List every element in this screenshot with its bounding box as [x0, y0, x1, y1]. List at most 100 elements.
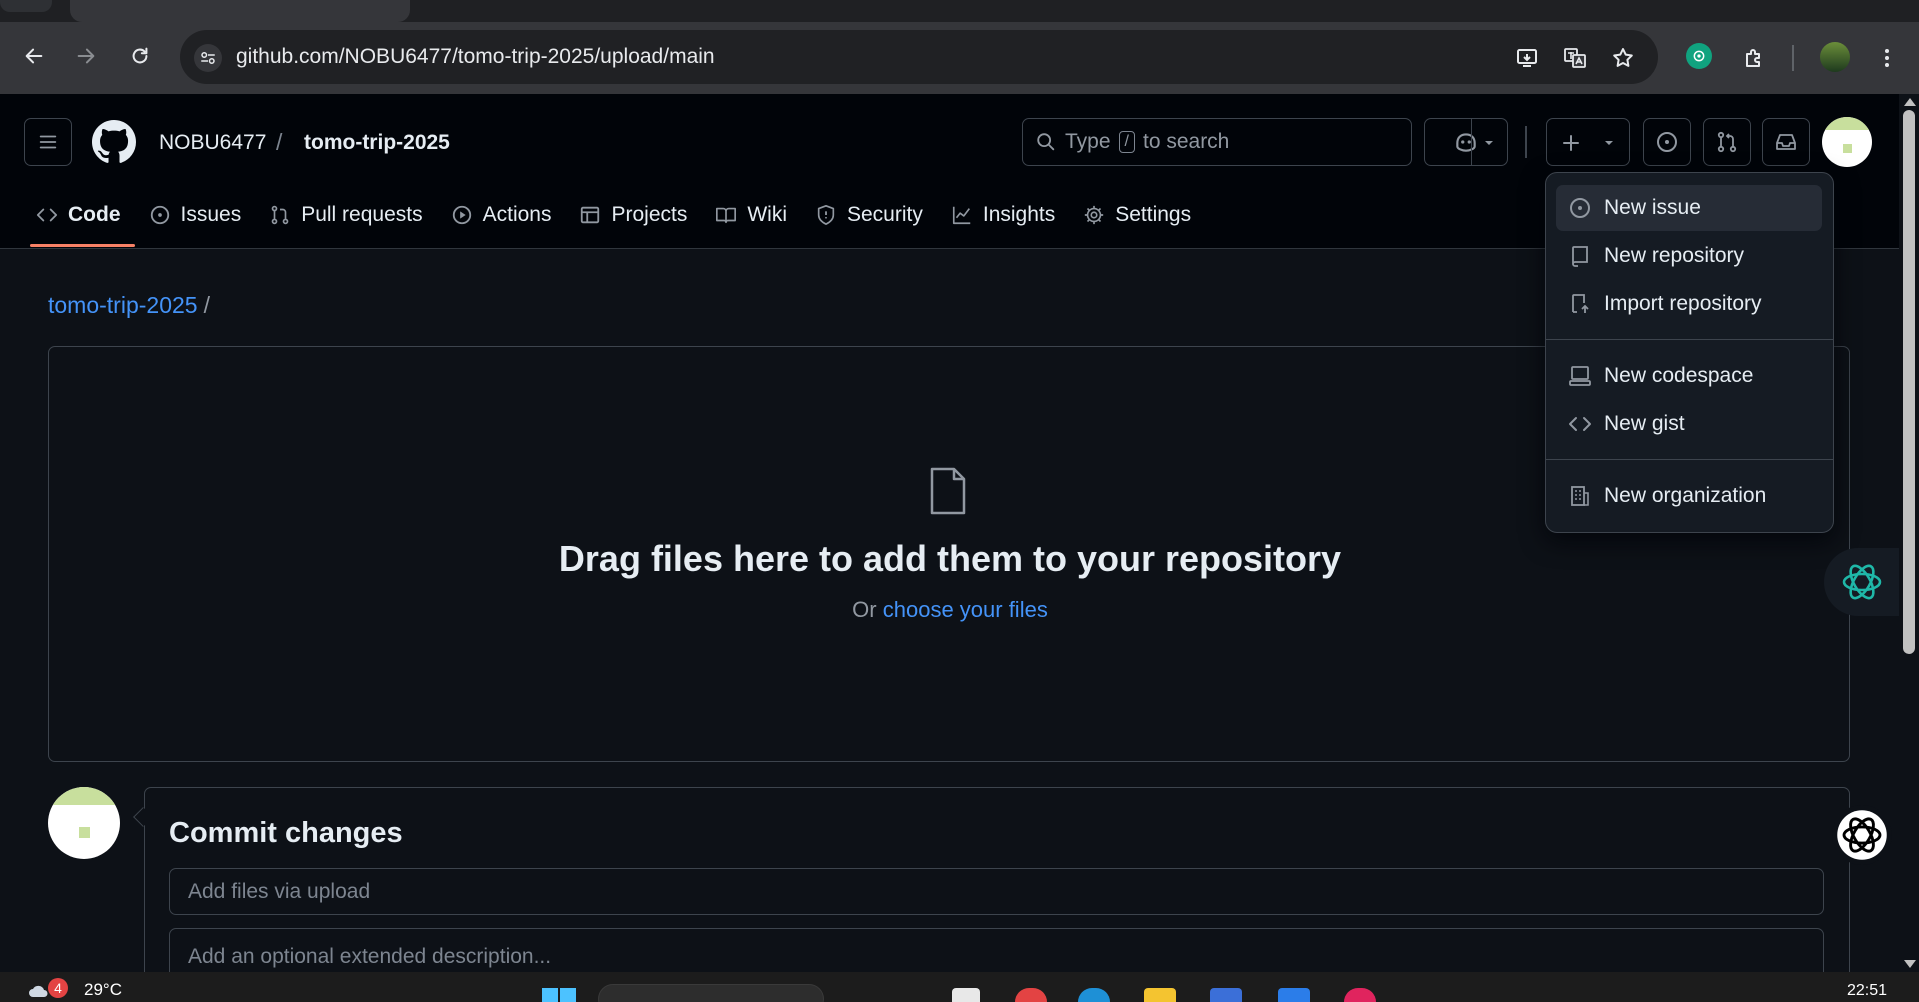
breadcrumb-repo-link[interactable]: tomo-trip-2025 — [48, 292, 198, 318]
tab-label: Projects — [611, 203, 688, 226]
issues-button[interactable] — [1643, 118, 1691, 166]
openai-logo-icon — [1837, 810, 1887, 860]
chevron-down-icon — [1605, 141, 1613, 145]
menu-divider — [1546, 339, 1833, 340]
shield-icon — [817, 205, 835, 225]
codespaces-icon — [1569, 366, 1591, 386]
menu-item-new-issue[interactable]: New issue — [1556, 185, 1822, 231]
menu-item-new-codespace[interactable]: New codespace — [1556, 353, 1822, 399]
code-icon — [36, 208, 58, 222]
reload-icon[interactable] — [126, 42, 154, 70]
taskbar-search[interactable] — [598, 984, 824, 1002]
notepad-taskbar-icon[interactable] — [952, 988, 980, 1002]
menu-kebab-icon[interactable] — [1873, 44, 1901, 72]
scroll-down-arrow[interactable] — [1904, 960, 1916, 968]
search-icon — [1037, 133, 1055, 151]
repo-push-icon — [1572, 294, 1589, 313]
address-url[interactable]: github.com/NOBU6477/tomo-trip-2025/uploa… — [236, 45, 715, 69]
menu-item-label: New organization — [1604, 484, 1767, 507]
search-input[interactable]: Type / to search — [1022, 118, 1412, 166]
tab-pull-requests[interactable]: Pull requests — [255, 196, 436, 234]
vscode-taskbar-icon[interactable] — [1278, 988, 1310, 1002]
chatgpt-float-button[interactable] — [1832, 805, 1892, 865]
menu-divider — [1546, 459, 1833, 460]
play-icon — [452, 205, 471, 225]
repo-icon — [1572, 246, 1588, 267]
tab-label: Issues — [180, 203, 242, 226]
drop-zone-title: Drag files here to add them to your repo… — [558, 538, 1342, 579]
commit-summary-input[interactable]: Add files via upload — [169, 868, 1824, 915]
file-explorer-taskbar-icon[interactable] — [1144, 988, 1176, 1002]
menu-item-new-organization[interactable]: New organization — [1556, 473, 1822, 519]
pull-requests-button[interactable] — [1703, 118, 1751, 166]
tab-label: Actions — [482, 203, 552, 226]
hamburger-icon — [39, 135, 57, 149]
commit-title: Commit changes — [169, 817, 403, 849]
site-settings-icon[interactable] — [194, 44, 222, 72]
tab-security[interactable]: Security — [801, 196, 937, 234]
back-icon[interactable] — [20, 42, 48, 70]
drop-zone-subtitle: Or choose your files — [0, 597, 1900, 623]
file-icon — [928, 467, 968, 515]
create-new-button[interactable] — [1546, 118, 1630, 166]
tab-actions[interactable]: Actions — [437, 196, 566, 234]
owner-link[interactable]: NOBU6477 — [159, 131, 266, 155]
menu-item-new-repository[interactable]: New repository — [1556, 233, 1822, 279]
pull-request-icon — [1717, 131, 1737, 153]
browser-tab-previous[interactable] — [0, 0, 52, 12]
gear-icon — [1085, 205, 1104, 225]
hamburger-menu-button[interactable] — [24, 118, 72, 166]
organization-icon — [1571, 486, 1589, 506]
tab-issues[interactable]: Issues — [135, 196, 256, 234]
scrollbar-thumb[interactable] — [1903, 110, 1915, 654]
ai-assistant-float-button[interactable] — [1824, 548, 1900, 616]
tab-settings[interactable]: Settings — [1069, 196, 1205, 234]
search-prefix: Type — [1065, 130, 1111, 153]
tab-label: Settings — [1115, 203, 1192, 226]
commit-author-avatar — [48, 787, 120, 859]
breadcrumb: tomo-trip-2025/ — [48, 292, 210, 319]
tab-wiki[interactable]: Wiki — [701, 196, 801, 234]
menu-item-label: New issue — [1604, 196, 1701, 219]
inbox-button[interactable] — [1762, 118, 1810, 166]
weather-widget[interactable]: 4 29°C — [28, 978, 122, 1000]
tab-label: Code — [68, 203, 121, 226]
toolbar-divider — [1792, 45, 1794, 71]
profile-avatar[interactable] — [1820, 42, 1850, 72]
choose-files-link[interactable]: choose your files — [883, 597, 1048, 622]
menu-item-new-gist[interactable]: New gist — [1556, 401, 1822, 447]
translate-icon[interactable] — [1561, 44, 1589, 72]
create-new-menu: New issue New repository Import reposito… — [1545, 172, 1834, 533]
user-avatar[interactable] — [1822, 117, 1872, 167]
bookmark-star-icon[interactable] — [1609, 44, 1637, 72]
pull-request-icon — [271, 205, 289, 225]
drop-zone-or: Or — [852, 597, 877, 622]
graph-icon — [952, 206, 971, 225]
search-suffix: to search — [1142, 130, 1230, 153]
menu-item-import-repository[interactable]: Import repository — [1556, 281, 1822, 327]
copilot-taskbar-icon[interactable] — [1210, 988, 1242, 1002]
issue-icon — [150, 205, 169, 225]
copilot-button[interactable] — [1424, 118, 1508, 166]
search-shortcut-key: / — [1118, 131, 1135, 153]
code-icon — [1569, 417, 1591, 431]
tab-label: Pull requests — [301, 203, 423, 226]
browser-tab-active[interactable] — [70, 0, 410, 22]
tab-projects[interactable]: Projects — [565, 196, 701, 234]
copilot-icon — [1456, 133, 1476, 152]
scroll-up-arrow[interactable] — [1904, 98, 1916, 106]
cloud-icon — [28, 981, 50, 999]
extensions-puzzle-icon[interactable] — [1740, 44, 1768, 72]
windows-start-icon[interactable] — [542, 988, 576, 1002]
chatgpt-extension-icon[interactable] — [1686, 43, 1712, 69]
tab-label: Insights — [982, 203, 1056, 226]
tab-insights[interactable]: Insights — [937, 196, 1069, 234]
install-app-icon[interactable] — [1513, 44, 1541, 72]
github-logo-icon[interactable] — [92, 120, 136, 164]
taskbar-clock[interactable]: 22:51 — [1847, 982, 1887, 1000]
tab-code[interactable]: Code — [22, 196, 135, 247]
menu-item-label: Import repository — [1604, 292, 1762, 315]
issue-icon — [1657, 132, 1677, 152]
forward-icon[interactable] — [72, 42, 100, 70]
repo-link[interactable]: tomo-trip-2025 — [304, 131, 450, 155]
